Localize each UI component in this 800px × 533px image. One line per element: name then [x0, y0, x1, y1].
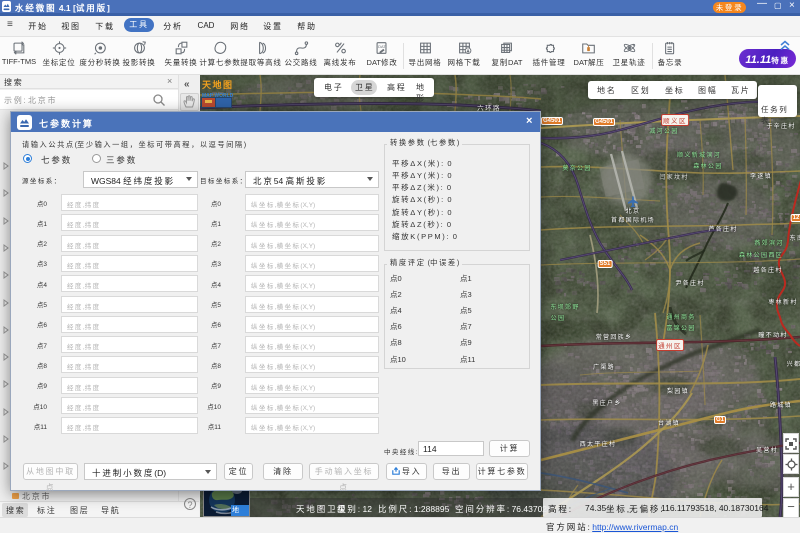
- svg-text:天地图: 天地图: [202, 79, 233, 90]
- svg-text:DAT: DAT: [379, 44, 387, 49]
